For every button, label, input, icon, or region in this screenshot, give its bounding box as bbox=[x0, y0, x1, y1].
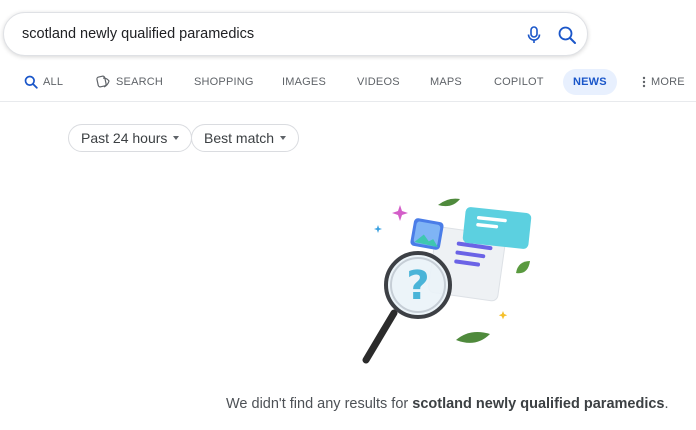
tab-label: ALL bbox=[43, 76, 64, 88]
tab-news[interactable]: NEWS bbox=[563, 69, 617, 95]
more-vertical-icon bbox=[642, 76, 646, 88]
tab-copilot[interactable]: COPILOT bbox=[494, 69, 544, 95]
tab-search[interactable]: SEARCH bbox=[96, 69, 163, 95]
tab-videos[interactable]: VIDEOS bbox=[357, 69, 400, 95]
search-input[interactable]: scotland newly qualified paramedics bbox=[22, 26, 254, 42]
svg-text:?: ? bbox=[406, 263, 429, 309]
tab-label: VIDEOS bbox=[357, 76, 400, 88]
tab-shopping[interactable]: SHOPPING bbox=[194, 69, 254, 95]
tab-label: NEWS bbox=[573, 76, 607, 88]
tab-images[interactable]: IMAGES bbox=[282, 69, 326, 95]
tab-label: SEARCH bbox=[116, 76, 164, 88]
no-results-prefix: We didn't find any results for bbox=[226, 396, 413, 412]
tab-label: MAPS bbox=[430, 76, 462, 88]
search-box[interactable]: scotland newly qualified paramedics bbox=[3, 12, 588, 56]
sort-filter-label: Best match bbox=[204, 130, 275, 146]
search-tabs: ALL SEARCH SHOPPING IMAGES VIDEOS MAPS C… bbox=[0, 64, 696, 102]
microphone-icon[interactable] bbox=[524, 25, 544, 45]
time-filter-label: Past 24 hours bbox=[81, 130, 168, 146]
tab-maps[interactable]: MAPS bbox=[430, 69, 462, 95]
tab-label: SHOPPING bbox=[194, 76, 254, 88]
caret-down-icon bbox=[173, 136, 180, 140]
time-filter-dropdown[interactable]: Past 24 hours bbox=[68, 124, 193, 152]
tab-label: IMAGES bbox=[282, 76, 326, 88]
tab-label: MORE bbox=[651, 76, 685, 88]
tab-label: COPILOT bbox=[494, 76, 544, 88]
no-results-query: scotland newly qualified paramedics bbox=[412, 396, 665, 412]
copilot-search-icon bbox=[96, 75, 110, 88]
sort-filter-dropdown[interactable]: Best match bbox=[191, 124, 300, 152]
no-results-message: We didn't find any results for scotland … bbox=[226, 396, 669, 412]
no-results-suffix: . bbox=[664, 396, 669, 412]
tab-more[interactable]: MORE bbox=[642, 69, 685, 95]
search-icon[interactable] bbox=[557, 25, 577, 45]
tab-all[interactable]: ALL bbox=[24, 69, 63, 95]
caret-down-icon bbox=[280, 136, 287, 140]
no-results-illustration: ? bbox=[362, 198, 532, 364]
search-icon bbox=[24, 75, 38, 89]
